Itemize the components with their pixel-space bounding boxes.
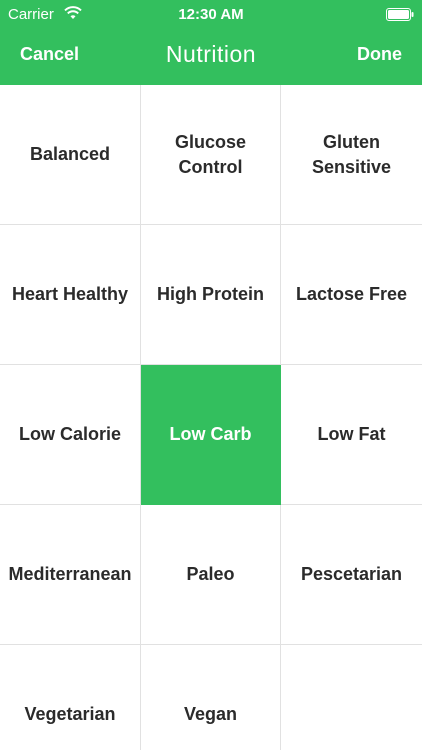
option-label: Vegetarian (24, 704, 116, 724)
option-mediterranean[interactable]: Mediterranean (0, 505, 141, 645)
option-label: Balanced (29, 144, 111, 164)
option-label: Heart Healthy (11, 284, 129, 304)
option-high-protein[interactable]: High Protein (141, 225, 281, 365)
option-vegan[interactable]: Vegan (141, 645, 281, 750)
option-low-fat[interactable]: Low Fat (281, 365, 422, 505)
option-low-carb[interactable]: Low Carb (141, 365, 281, 505)
option-label: Mediterranean (8, 564, 132, 584)
option-lactose-free[interactable]: Lactose Free (281, 225, 422, 365)
nav-bar: Cancel Nutrition Done (0, 30, 422, 85)
header: Carrier 12:30 AM Cancel Nutrition Done (0, 0, 422, 85)
nutrition-options-grid: Balanced Glucose Control Gluten Sensitiv… (0, 85, 422, 750)
option-label: Paleo (186, 564, 235, 584)
option-label: Low Carb (169, 424, 252, 444)
option-label: Glucose Control (174, 131, 247, 177)
option-heart-healthy[interactable]: Heart Healthy (0, 225, 141, 365)
option-label: Low Calorie (18, 424, 121, 444)
option-label: Vegan (183, 704, 238, 724)
option-label: Lactose Free (295, 284, 408, 304)
option-label: High Protein (157, 284, 264, 304)
option-pescetarian[interactable]: Pescetarian (281, 505, 422, 645)
option-vegetarian[interactable]: Vegetarian (0, 645, 141, 750)
option-balanced[interactable]: Balanced (0, 85, 141, 225)
status-bar: Carrier 12:30 AM (0, 0, 422, 30)
option-glucose-control[interactable]: Glucose Control (141, 85, 281, 225)
done-button[interactable]: Done (357, 44, 402, 65)
option-label: Low Fat (317, 424, 386, 444)
option-low-calorie[interactable]: Low Calorie (0, 365, 141, 505)
option-gluten-sensitive[interactable]: Gluten Sensitive (281, 85, 422, 225)
option-label: Gluten Sensitive (311, 131, 392, 177)
option-empty (281, 645, 422, 750)
clock-time: 12:30 AM (178, 6, 244, 23)
nutrition-screen: Carrier 12:30 AM Cancel Nutrition Done B… (0, 0, 422, 750)
option-paleo[interactable]: Paleo (141, 505, 281, 645)
option-label: Pescetarian (300, 564, 403, 584)
battery-icon (386, 8, 414, 21)
